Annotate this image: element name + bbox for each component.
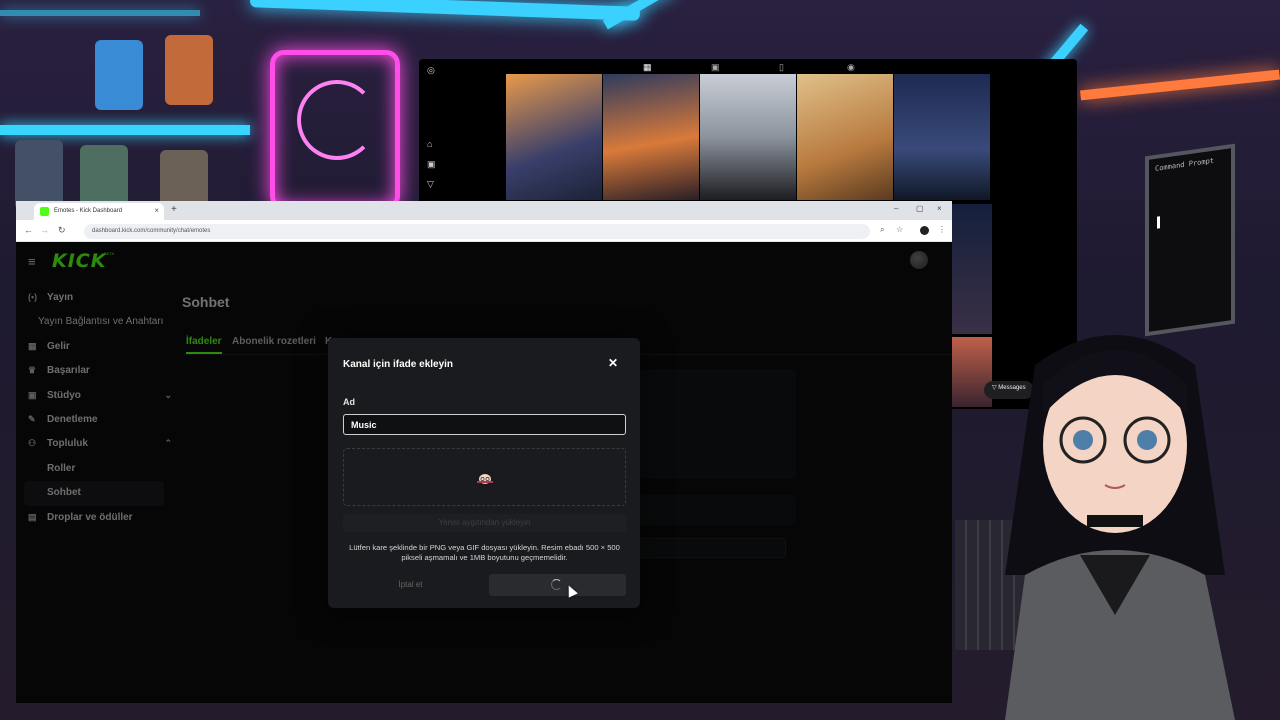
cancel-button[interactable]: İptal et — [343, 574, 478, 596]
home-icon[interactable]: ⌂ — [427, 139, 432, 149]
kick-favicon-icon — [40, 207, 49, 216]
upload-from-device-button[interactable]: Yenisi aygıtından yükleyin — [343, 514, 626, 532]
reels-icon[interactable]: ▣ — [427, 159, 436, 170]
url-field[interactable]: dashboard.kick.com/community/chat/emotes — [84, 224, 870, 239]
pixel-figurine — [165, 35, 213, 105]
saved-tab-icon[interactable]: ▯ — [779, 62, 784, 73]
grid-tab-icon[interactable]: ▦ — [643, 62, 652, 73]
dialog-title: Kanal için ifade ekleyin — [343, 359, 454, 370]
bookmark-star-icon[interactable]: ☆ — [896, 225, 903, 234]
neon-light-strip — [249, 0, 641, 21]
tagged-tab-icon[interactable]: ◉ — [847, 62, 855, 73]
emote-image-dropzone[interactable] — [343, 448, 626, 506]
post-thumbnail[interactable] — [952, 204, 992, 334]
submit-button[interactable] — [489, 574, 626, 596]
neon-shelf — [0, 125, 250, 135]
close-icon[interactable]: ✕ — [608, 356, 618, 370]
url-text: dashboard.kick.com/community/chat/emotes — [92, 228, 211, 234]
reels-tab-icon[interactable]: ▣ — [711, 62, 720, 73]
menu-icon[interactable]: ⋮ — [938, 225, 946, 234]
back-arrow-icon[interactable]: ← — [24, 225, 33, 235]
minimize-button[interactable]: – — [894, 204, 898, 213]
zoom-icon[interactable]: ⌕ — [880, 225, 884, 235]
new-tab-button[interactable]: + — [171, 204, 177, 215]
instagram-icon[interactable]: ◎ — [427, 65, 435, 76]
add-emote-dialog: Kanal için ifade ekleyin ✕ Ad Yenisi ayg… — [328, 338, 640, 608]
post-thumbnail[interactable] — [603, 74, 699, 200]
vtuber-avatar — [1005, 335, 1235, 720]
tab-title: Emotes - Kick Dashboard — [54, 208, 123, 214]
pixel-figurine — [95, 40, 143, 110]
terminal-cursor — [1157, 216, 1160, 229]
neon-light-strip — [1080, 69, 1280, 101]
post-thumbnail[interactable] — [894, 74, 990, 200]
address-bar-row: ← → ↻ dashboard.kick.com/community/chat/… — [16, 220, 952, 242]
browser-tab[interactable]: Emotes - Kick Dashboard × — [34, 203, 164, 220]
terminal-title: Command Prompt — [1155, 156, 1215, 173]
upload-help-text: Lütfen kare şeklinde bir PNG veya GIF do… — [349, 543, 620, 562]
loading-spinner-icon — [551, 579, 562, 590]
send-icon[interactable]: ▽ — [427, 179, 434, 190]
reload-icon[interactable]: ↻ — [58, 225, 66, 236]
post-thumbnail[interactable] — [797, 74, 893, 200]
emote-name-input[interactable] — [343, 414, 626, 435]
post-thumbnail[interactable] — [700, 74, 796, 200]
post-thumbnail[interactable] — [506, 74, 602, 200]
forward-arrow-icon[interactable]: → — [40, 225, 49, 235]
emote-preview-image — [476, 471, 494, 485]
maximize-button[interactable]: ▢ — [916, 204, 924, 213]
neon-light-strip — [602, 0, 678, 30]
tab-bar: Emotes - Kick Dashboard × + – ▢ × — [16, 201, 952, 220]
name-field-label: Ad — [343, 397, 355, 407]
profile-icon[interactable] — [920, 226, 929, 235]
pixel-figurine — [15, 140, 63, 210]
kick-dashboard: ≡ KICK BETA (•) Yayın Yayın Bağlantısı v… — [16, 242, 952, 703]
neon-sign — [270, 50, 400, 210]
neon-shelf — [0, 10, 200, 16]
tab-close-icon[interactable]: × — [154, 206, 159, 215]
close-window-button[interactable]: × — [937, 204, 942, 213]
crt-monitor: Command Prompt — [1145, 143, 1235, 337]
browser-window[interactable]: Emotes - Kick Dashboard × + – ▢ × ← → ↻ … — [16, 201, 952, 703]
